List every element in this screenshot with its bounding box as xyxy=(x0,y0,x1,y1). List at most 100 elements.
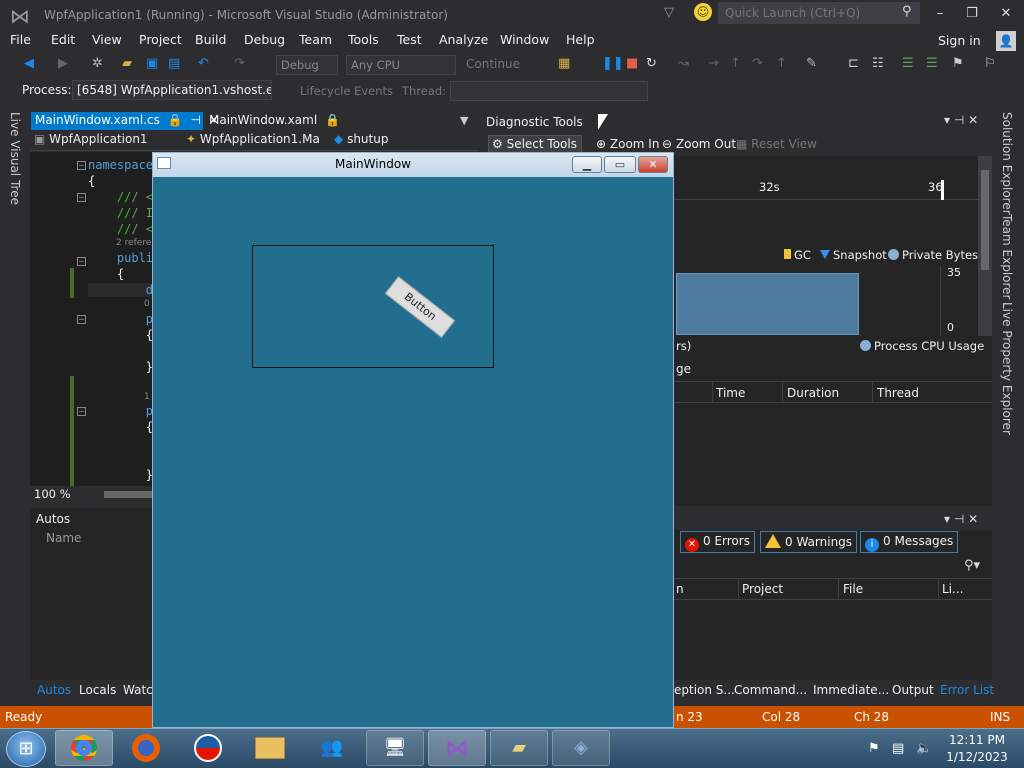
messages-filter-button[interactable]: i0 Messages xyxy=(860,531,959,553)
solution-platform-dropdown[interactable]: Any CPU xyxy=(346,55,456,75)
tab-exception-settings[interactable]: eption S... xyxy=(674,683,735,697)
tab-overflow-chevron-icon[interactable]: ▼ xyxy=(460,114,468,127)
indent-icon[interactable]: ☷ xyxy=(872,56,884,71)
select-tools-dropdown[interactable]: ⚙ Select Tools ▾ xyxy=(488,135,582,165)
show-next-statement-icon[interactable]: ↝ xyxy=(678,56,689,71)
collapse-toggle-icon[interactable]: − xyxy=(77,193,86,202)
column-file[interactable]: File xyxy=(843,582,863,596)
menu-file[interactable]: File xyxy=(10,32,31,47)
taskbar-clock-time[interactable]: 12:11 PM xyxy=(940,733,1014,747)
zoom-out-button[interactable]: ⊖ Zoom Out xyxy=(662,137,736,151)
column-duration[interactable]: Duration xyxy=(787,386,839,400)
menu-build[interactable]: Build xyxy=(195,32,226,47)
code-lens[interactable]: 1 xyxy=(144,392,150,402)
type-dropdown[interactable]: ✦ WpfApplication1.Ma xyxy=(186,132,326,150)
breakpoint-toggle-icon[interactable]: ✎ xyxy=(806,56,817,71)
app-taskbar-icon[interactable] xyxy=(179,730,237,766)
navigate-back-icon[interactable]: ◀ xyxy=(24,56,34,71)
account-avatar-icon[interactable]: 👤 xyxy=(996,31,1016,51)
menu-help[interactable]: Help xyxy=(566,32,595,47)
step-into-icon[interactable]: → xyxy=(708,56,719,71)
minimize-button[interactable]: – xyxy=(928,4,952,24)
timeline-cursor[interactable] xyxy=(941,180,944,200)
collapse-toggle-icon[interactable]: − xyxy=(77,257,86,266)
open-file-icon[interactable]: ▰ xyxy=(122,56,132,71)
menu-debug[interactable]: Debug xyxy=(244,32,285,47)
new-project-icon[interactable]: ✲ xyxy=(92,56,103,71)
menu-view[interactable]: View xyxy=(92,32,122,47)
taskbar-clock-date[interactable]: 1/12/2023 xyxy=(940,750,1014,764)
tab-locals[interactable]: Locals xyxy=(79,683,116,697)
pause-icon[interactable]: ❚❚ xyxy=(602,56,624,71)
step-back-icon[interactable]: ↑ xyxy=(776,56,787,71)
pin-icon[interactable]: ⊣ xyxy=(190,113,200,127)
solution-configuration-dropdown[interactable]: Debug xyxy=(276,55,338,75)
comment-icon[interactable]: ☰ xyxy=(902,56,914,71)
align-icon[interactable]: ⊏ xyxy=(848,56,859,71)
menu-team[interactable]: Team xyxy=(299,32,332,47)
column-project[interactable]: Project xyxy=(742,582,783,596)
tool-taskbar-icon[interactable]: ▰ xyxy=(490,730,548,766)
collapse-toggle-icon[interactable]: − xyxy=(77,161,86,170)
search-icon[interactable]: ⚲ xyxy=(902,4,912,19)
column-description[interactable]: n xyxy=(676,582,684,596)
search-icon[interactable]: ⚲▾ xyxy=(964,558,980,573)
tab-watch[interactable]: Watc xyxy=(123,683,153,697)
uncomment-icon[interactable]: ☰ xyxy=(926,56,938,71)
team-explorer-tab[interactable]: Team Explorer xyxy=(1000,214,1014,300)
file-explorer-taskbar-icon[interactable] xyxy=(241,730,299,766)
network-taskbar-icon[interactable]: 👥 xyxy=(303,730,361,766)
menu-tools[interactable]: Tools xyxy=(348,32,379,47)
quick-launch-input[interactable] xyxy=(718,2,920,24)
collapse-toggle-icon[interactable]: − xyxy=(77,315,86,324)
maximize-button[interactable]: ❐ xyxy=(960,4,984,24)
menu-test[interactable]: Test xyxy=(397,32,422,47)
menu-analyze[interactable]: Analyze xyxy=(439,32,488,47)
scrollbar-thumb[interactable] xyxy=(981,170,989,270)
process-dropdown[interactable]: [6548] WpfApplication1.vshost.exe xyxy=(72,80,272,100)
warnings-filter-button[interactable]: 0 Warnings xyxy=(760,531,858,553)
continue-button[interactable]: Continue xyxy=(466,57,520,71)
wpf-close-button[interactable]: ✕ xyxy=(638,156,668,173)
project-dropdown[interactable]: ▣ WpfApplication1 xyxy=(34,132,176,150)
tab-autos[interactable]: Autos xyxy=(37,683,71,697)
zoom-in-button[interactable]: ⊕ Zoom In xyxy=(596,137,659,151)
autos-name-column[interactable]: Name xyxy=(46,531,81,545)
solution-explorer-tab[interactable]: Solution Explorer xyxy=(1000,112,1014,215)
bookmark-icon[interactable]: ⚑ xyxy=(952,56,964,71)
panel-controls[interactable]: ▾ ⊣ ✕ xyxy=(944,512,978,526)
step-out-icon[interactable]: ↷ xyxy=(752,56,763,71)
redo-icon[interactable]: ↷ xyxy=(234,56,245,71)
wpf-app-taskbar-icon[interactable]: ◈ xyxy=(552,730,610,766)
action-center-flag-icon[interactable]: ⚑ xyxy=(868,741,880,756)
undo-icon[interactable]: ↶ xyxy=(198,56,209,71)
tab-output[interactable]: Output xyxy=(892,683,934,697)
wpf-minimize-button[interactable]: ▁ xyxy=(572,156,602,173)
tab-mainwindow-xaml-cs[interactable]: MainWindow.xaml.cs 🔒 ⊣ ✕ xyxy=(31,112,219,130)
restart-icon[interactable]: ↻ xyxy=(646,56,657,71)
zoom-level-dropdown[interactable]: 100 % xyxy=(34,487,71,501)
panel-controls[interactable]: ▾ ⊣ ✕ xyxy=(944,113,978,127)
network-tray-icon[interactable]: ▤ xyxy=(892,741,904,756)
code-lens[interactable]: 0 xyxy=(144,299,150,309)
tab-error-list[interactable]: Error List xyxy=(940,683,994,697)
column-time[interactable]: Time xyxy=(716,386,745,400)
column-line[interactable]: Li... xyxy=(942,582,963,596)
remote-desktop-taskbar-icon[interactable]: 🖥 xyxy=(366,730,424,766)
process-icon[interactable]: ▦ xyxy=(558,56,570,71)
code-lens[interactable]: 2 refere xyxy=(116,238,151,248)
stop-icon[interactable]: ■ xyxy=(626,56,638,71)
reset-view-button[interactable]: ▦ Reset View xyxy=(736,137,817,151)
save-all-icon[interactable]: ▤ xyxy=(168,56,180,71)
collapse-toggle-icon[interactable]: − xyxy=(77,407,86,416)
live-visual-tree-tab[interactable]: Live Visual Tree xyxy=(8,112,22,205)
live-property-explorer-tab[interactable]: Live Property Explorer xyxy=(1000,302,1014,435)
menu-window[interactable]: Window xyxy=(500,32,549,47)
close-button[interactable]: ✕ xyxy=(994,4,1018,24)
start-button-icon[interactable]: ⊞ xyxy=(6,731,46,767)
tab-immediate-window[interactable]: Immediate... xyxy=(813,683,889,697)
bookmark-next-icon[interactable]: ⚐ xyxy=(984,56,996,71)
save-icon[interactable]: ▣ xyxy=(146,56,158,71)
navigate-forward-icon[interactable]: ▶ xyxy=(58,56,68,71)
volume-icon[interactable]: 🔈 xyxy=(916,741,932,756)
